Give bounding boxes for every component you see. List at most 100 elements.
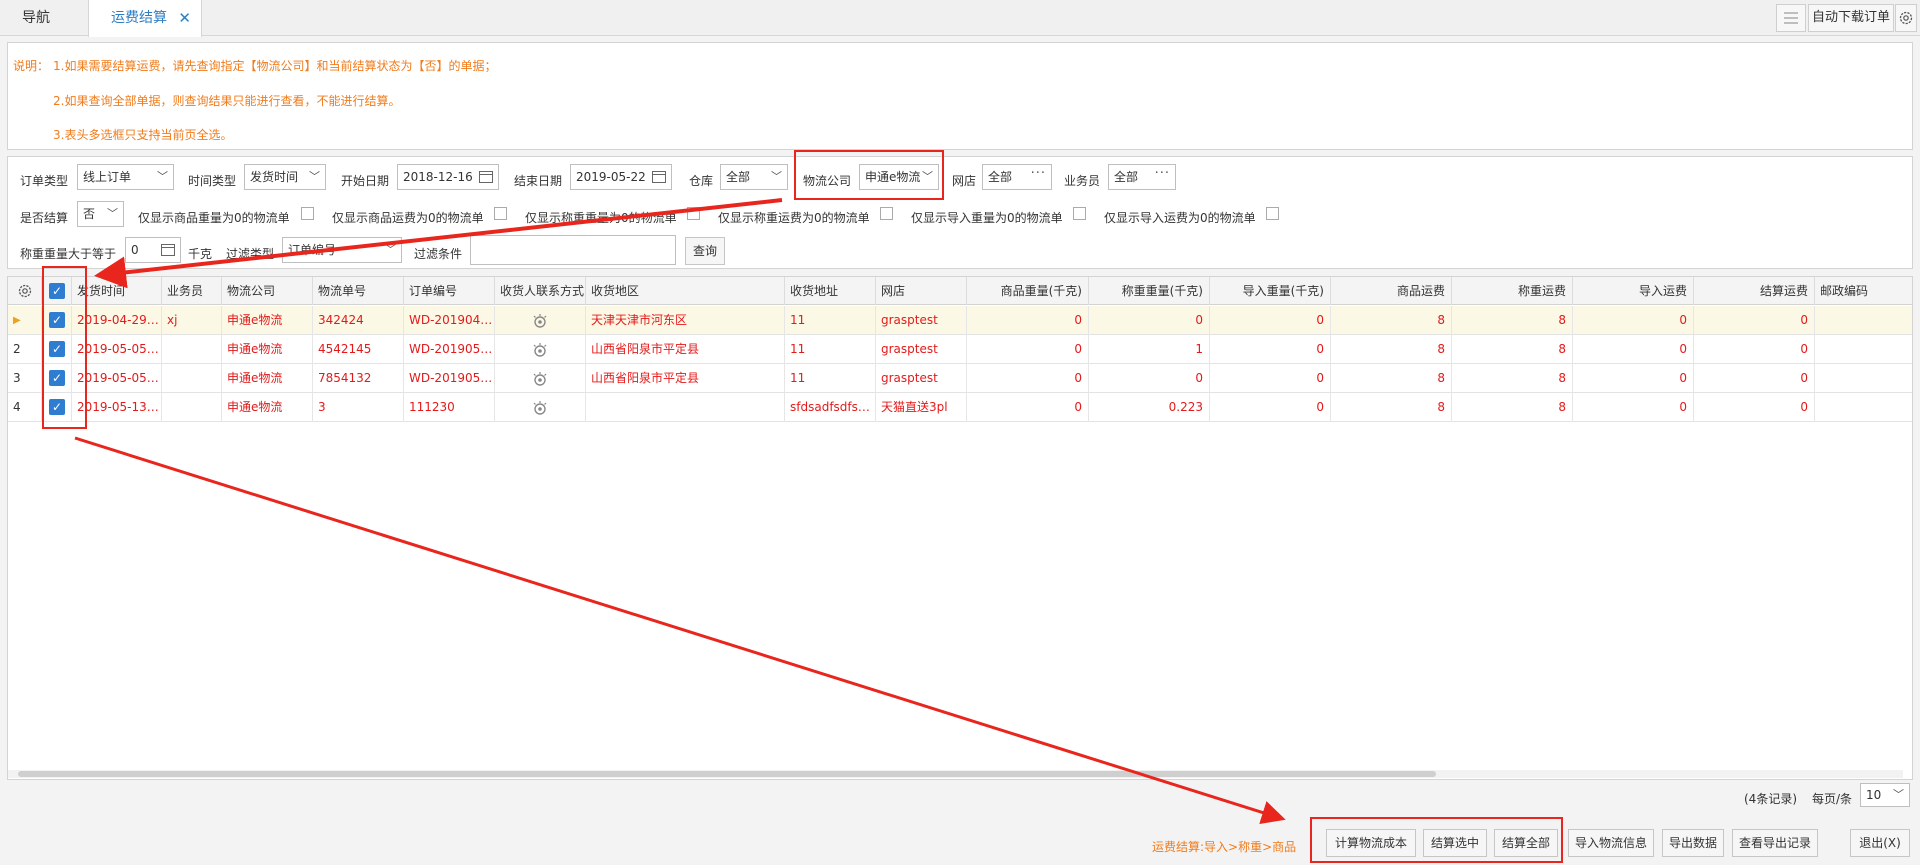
- note-line-2: 2.如果查询全部单据，则查询结果只能进行查看，不能进行结算。: [53, 94, 401, 108]
- query-button[interactable]: 查询: [685, 237, 725, 265]
- auto-download-button[interactable]: 自动下载订单: [1808, 4, 1894, 32]
- opt-goods-freight-checkbox[interactable]: [494, 207, 507, 220]
- cell-settle-freight: 0: [1694, 364, 1815, 393]
- col-weigh-freight[interactable]: 称重运费: [1452, 277, 1573, 305]
- filter-condition-label: 过滤条件: [414, 247, 463, 261]
- col-receiver-address[interactable]: 收货地址: [785, 277, 876, 305]
- cell-receiver-address: 11: [785, 335, 876, 364]
- cell-tracking-number: 4542145: [313, 335, 404, 364]
- cell-goods-weight: 0: [967, 306, 1089, 335]
- table-row[interactable]: ▶ ✓ 2019-04-29 1... xj 申通e物流 342424 WD-2…: [8, 306, 1912, 335]
- col-order-number[interactable]: 订单编号: [404, 277, 495, 305]
- table-row[interactable]: 4 ✓ 2019-05-13 1... 申通e物流 3 111230 sfdsa…: [8, 393, 1912, 422]
- order-type-select[interactable]: 线上订单 ﹀: [77, 164, 174, 190]
- cell-receiver-region: [586, 393, 785, 422]
- opt-import-freight-checkbox[interactable]: [1266, 207, 1279, 220]
- tab-freight-settlement[interactable]: 运费结算 ✕: [88, 0, 202, 37]
- col-settle-freight[interactable]: 结算运费: [1694, 277, 1815, 305]
- chevron-down-icon: ﹀: [157, 170, 168, 183]
- list-icon[interactable]: [1776, 4, 1806, 32]
- shop-label: 网店: [952, 174, 977, 188]
- opt-weigh-freight-checkbox[interactable]: [880, 207, 893, 220]
- cell-receiver-region: 天津天津市河东区: [586, 306, 785, 335]
- warehouse-select[interactable]: 全部 ﹀: [720, 164, 788, 190]
- col-goods-weight[interactable]: 商品重量(千克): [967, 277, 1089, 305]
- cell-shop: grasptest: [876, 335, 967, 364]
- start-date-input[interactable]: 2018-12-16: [397, 164, 499, 190]
- table-row[interactable]: 2 ✓ 2019-05-05 1... 申通e物流 4542145 WD-201…: [8, 335, 1912, 364]
- gear-icon[interactable]: [1895, 4, 1917, 32]
- col-logistics-company[interactable]: 物流公司: [222, 277, 313, 305]
- col-import-weight[interactable]: 导入重量(千克): [1210, 277, 1331, 305]
- cell-salesman: xj: [162, 306, 222, 335]
- calendar-icon[interactable]: [479, 171, 493, 183]
- col-salesman[interactable]: 业务员: [162, 277, 222, 305]
- close-icon[interactable]: ✕: [178, 0, 191, 36]
- cell-salesman: [162, 393, 222, 422]
- eye-icon[interactable]: [531, 313, 549, 329]
- tab-nav[interactable]: 导航: [0, 0, 88, 36]
- salesman-picker[interactable]: 全部 ···: [1108, 164, 1176, 190]
- tab-bar: 导航 运费结算 ✕ 自动下载订单: [0, 0, 1920, 37]
- cell-receiver-region: 山西省阳泉市平定县: [586, 364, 785, 393]
- row-index: 3: [8, 364, 42, 393]
- eye-icon[interactable]: [531, 342, 549, 358]
- col-goods-freight[interactable]: 商品运费: [1331, 277, 1452, 305]
- cell-receiver-contact[interactable]: [495, 335, 586, 364]
- table-row[interactable]: 3 ✓ 2019-05-05 1... 申通e物流 7854132 WD-201…: [8, 364, 1912, 393]
- chevron-down-icon: ﹀: [1893, 788, 1904, 801]
- calendar-icon[interactable]: [652, 171, 666, 183]
- shop-picker[interactable]: 全部 ···: [982, 164, 1052, 190]
- exit-button[interactable]: 退出(X): [1850, 829, 1910, 857]
- cell-import-freight: 0: [1573, 393, 1694, 422]
- opt-import-weight-checkbox[interactable]: [1073, 207, 1086, 220]
- cell-logistics-company: 申通e物流: [222, 306, 313, 335]
- cell-receiver-contact[interactable]: [495, 306, 586, 335]
- opt-goods-weight-checkbox[interactable]: [301, 207, 314, 220]
- annotation-box-logistics: [794, 150, 944, 200]
- filter-type-select[interactable]: 订单编号 ﹀: [282, 237, 402, 263]
- col-shop[interactable]: 网店: [876, 277, 967, 305]
- settled-select[interactable]: 否 ﹀: [77, 201, 124, 227]
- cell-receiver-contact[interactable]: [495, 393, 586, 422]
- view-export-log-button[interactable]: 查看导出记录: [1732, 829, 1818, 857]
- cell-settle-freight: 0: [1694, 393, 1815, 422]
- grid-settings[interactable]: [8, 277, 42, 305]
- col-postal-code[interactable]: 邮政编码: [1815, 277, 1912, 305]
- cell-weigh-freight: 8: [1452, 364, 1573, 393]
- per-page-value: 10: [1866, 788, 1882, 802]
- cell-weigh-weight: 0: [1089, 306, 1210, 335]
- time-type-select[interactable]: 发货时间 ﹀: [244, 164, 326, 190]
- gear-icon[interactable]: [17, 283, 33, 299]
- time-type-label: 时间类型: [188, 174, 237, 188]
- cell-receiver-region: 山西省阳泉市平定县: [586, 335, 785, 364]
- more-icon[interactable]: ···: [1031, 165, 1046, 186]
- eye-icon[interactable]: [531, 400, 549, 416]
- eye-icon[interactable]: [531, 371, 549, 387]
- chevron-down-icon: ﹀: [107, 207, 118, 220]
- col-tracking-number[interactable]: 物流单号: [313, 277, 404, 305]
- opt-weigh-weight-checkbox[interactable]: [687, 207, 700, 220]
- row-index: 2: [8, 335, 42, 364]
- calculator-icon[interactable]: [161, 244, 175, 256]
- cell-receiver-contact[interactable]: [495, 364, 586, 393]
- col-receiver-contact[interactable]: 收货人联系方式: [495, 277, 586, 305]
- cell-receiver-address: 11: [785, 306, 876, 335]
- cell-goods-weight: 0: [967, 335, 1089, 364]
- col-receiver-region[interactable]: 收货地区: [586, 277, 785, 305]
- cell-goods-weight: 0: [967, 364, 1089, 393]
- import-logistics-info-button[interactable]: 导入物流信息: [1568, 829, 1654, 857]
- per-page-select[interactable]: 10 ﹀: [1860, 783, 1910, 807]
- filter-condition-input[interactable]: [470, 235, 676, 265]
- end-date-input[interactable]: 2019-05-22: [570, 164, 672, 190]
- cell-salesman: [162, 335, 222, 364]
- col-import-freight[interactable]: 导入运费: [1573, 277, 1694, 305]
- scrollbar-thumb[interactable]: [18, 771, 1436, 777]
- horizontal-scrollbar[interactable]: [8, 770, 1903, 778]
- export-data-button[interactable]: 导出数据: [1662, 829, 1724, 857]
- col-weigh-weight[interactable]: 称重重量(千克): [1089, 277, 1210, 305]
- more-icon[interactable]: ···: [1155, 165, 1170, 186]
- cell-postal-code: [1815, 393, 1912, 422]
- order-type-label: 订单类型: [20, 174, 69, 188]
- weight-threshold-input[interactable]: 0: [125, 237, 181, 263]
